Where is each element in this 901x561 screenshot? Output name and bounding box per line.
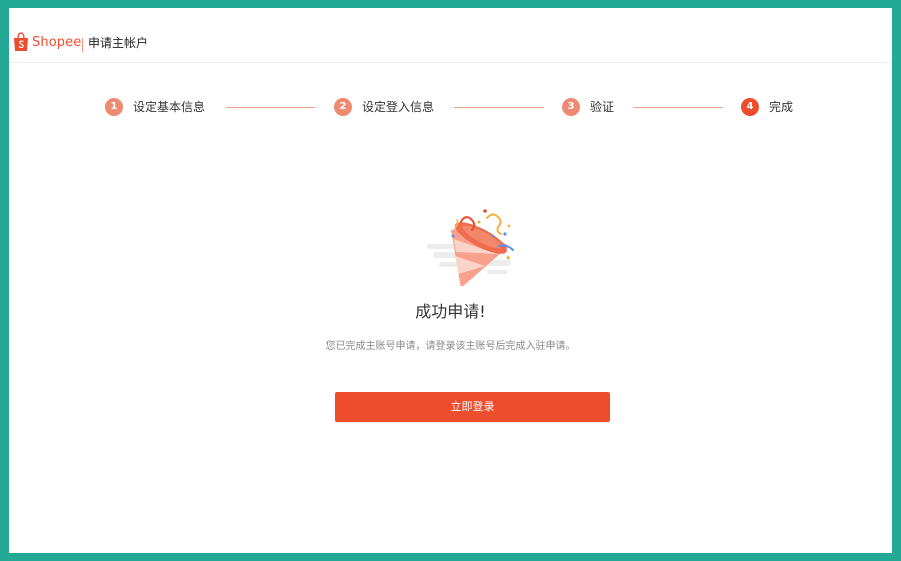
success-title: 成功申请! <box>415 302 486 321</box>
step-label: 设定基本信息 <box>133 100 206 114</box>
page-title: 申请主帐户 <box>88 36 149 50</box>
step-number: 2 <box>334 98 352 116</box>
step-complete: 4 完成 <box>741 97 793 117</box>
step-label: 完成 <box>769 100 794 114</box>
step-label: 设定登入信息 <box>362 100 435 114</box>
login-now-button[interactable]: 立即登录 <box>335 392 610 422</box>
app-window: Shopee 申请主帐户 1 设定基本信息 2 设定登入信息 3 验证 4 完成 <box>9 8 892 553</box>
step-number: 4 <box>741 98 759 116</box>
shopee-logo[interactable]: Shopee <box>13 31 81 53</box>
logo-text: Shopee <box>32 34 82 50</box>
shopee-bag-icon <box>14 32 28 51</box>
step-verify: 3 验证 <box>562 97 614 117</box>
page-header: Shopee 申请主帐户 <box>9 8 892 63</box>
step-label: 验证 <box>590 100 615 114</box>
step-number: 1 <box>105 98 123 116</box>
step-connector <box>454 107 544 108</box>
step-number: 3 <box>562 98 580 116</box>
step-connector <box>633 107 723 108</box>
success-description: 您已完成主账号申请，请登录该主账号后完成入驻申请。 <box>325 341 576 352</box>
step-basic-info: 1 设定基本信息 <box>105 97 205 117</box>
step-connector <box>226 107 315 108</box>
step-login-info: 2 设定登入信息 <box>334 97 434 117</box>
header-divider <box>82 38 83 52</box>
party-popper-icon <box>427 209 514 286</box>
